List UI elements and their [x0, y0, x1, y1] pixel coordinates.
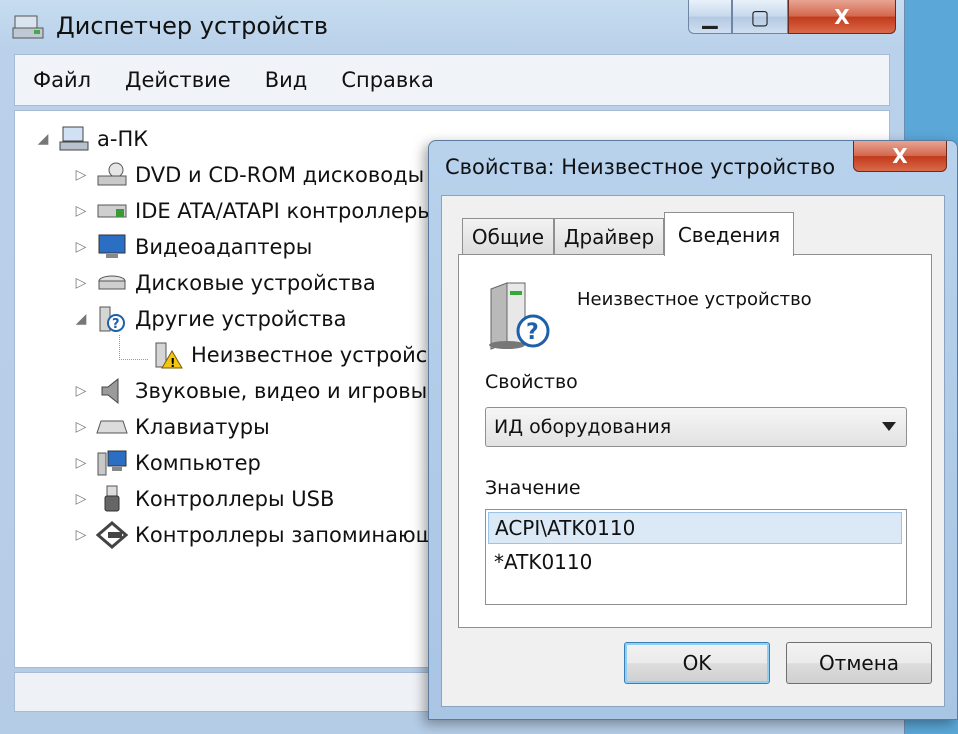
- tree-item-label: IDE ATA/ATAPI контроллеры: [135, 199, 434, 223]
- unknown-device-icon: ?: [95, 304, 129, 334]
- tree-item-keyboards[interactable]: ▷ Клавиатуры: [71, 409, 270, 445]
- tab-general[interactable]: Общие: [462, 218, 554, 254]
- expand-icon[interactable]: ▷: [71, 491, 91, 507]
- disk-drive-icon: [95, 268, 129, 298]
- cancel-button[interactable]: Отмена: [786, 642, 932, 684]
- title-bar[interactable]: Диспетчер устройств ▁ ▢ X: [0, 0, 904, 52]
- minimize-button[interactable]: ▁: [688, 0, 732, 34]
- expand-icon[interactable]: ▷: [71, 167, 91, 183]
- property-select-value: ИД оборудования: [494, 416, 672, 438]
- keyboard-icon: [95, 412, 129, 442]
- property-label: Свойство: [485, 371, 578, 393]
- menu-view[interactable]: Вид: [265, 68, 308, 92]
- tree-item-label: Неизвестное устройство: [191, 343, 465, 367]
- dialog-close-button[interactable]: X: [853, 141, 947, 172]
- maximize-button[interactable]: ▢: [732, 0, 788, 34]
- expand-icon[interactable]: ▷: [71, 203, 91, 219]
- tree-item-dvd[interactable]: ▷ DVD и CD-ROM дисководы: [71, 157, 424, 193]
- tree-item-label: Другие устройства: [135, 307, 347, 331]
- expand-icon[interactable]: ▷: [71, 239, 91, 255]
- tab-details[interactable]: Сведения: [664, 212, 794, 256]
- menu-help[interactable]: Справка: [341, 68, 434, 92]
- tree-item-label: Контроллеры USB: [135, 487, 335, 511]
- dvd-drive-icon: [95, 160, 129, 190]
- ide-controller-icon: [95, 196, 129, 226]
- tree-item-video[interactable]: ▷ Видеоадаптеры: [71, 229, 312, 265]
- properties-dialog: Свойства: Неизвестное устройство X Общие…: [428, 140, 958, 720]
- menu-file[interactable]: Файл: [33, 68, 91, 92]
- computer-icon: [57, 124, 91, 154]
- device-manager-icon: [12, 15, 44, 39]
- tree-item-label: DVD и CD-ROM дисководы: [135, 163, 425, 187]
- close-button[interactable]: X: [788, 0, 896, 34]
- collapse-icon[interactable]: ◢: [71, 311, 91, 327]
- tree-item-other[interactable]: ◢ ? Другие устройства: [71, 301, 347, 337]
- value-item-selected[interactable]: ACPI\ATK0110: [488, 512, 902, 544]
- warning-device-icon: !: [151, 340, 185, 370]
- svg-text:?: ?: [526, 320, 539, 345]
- expand-icon[interactable]: ▷: [71, 527, 91, 543]
- ok-button[interactable]: OK: [624, 642, 770, 684]
- usb-icon: [95, 484, 129, 514]
- collapse-icon[interactable]: ◢: [33, 131, 53, 147]
- svg-text:!: !: [170, 356, 175, 369]
- storage-controller-icon: [95, 520, 129, 550]
- tree-item-ide[interactable]: ▷ IDE ATA/ATAPI контроллеры: [71, 193, 434, 229]
- tree-item-usb[interactable]: ▷ Контроллеры USB: [71, 481, 334, 517]
- svg-text:?: ?: [112, 317, 120, 332]
- tree-item-label: Клавиатуры: [135, 415, 270, 439]
- value-label: Значение: [485, 477, 581, 499]
- tree-item-disks[interactable]: ▷ Дисковые устройства: [71, 265, 376, 301]
- value-item[interactable]: *ATK0110: [488, 546, 902, 578]
- menu-bar: Файл Действие Вид Справка: [14, 54, 890, 106]
- tree-item-unknown-device[interactable]: ! Неизвестное устройство: [127, 337, 465, 373]
- window-title: Диспетчер устройств: [56, 12, 329, 40]
- tree-item-computer[interactable]: ▷ Компьютер: [71, 445, 261, 481]
- device-name: Неизвестное устройство: [577, 289, 812, 310]
- menu-action[interactable]: Действие: [125, 68, 231, 92]
- tree-root-label: а-ПК: [97, 127, 149, 151]
- monitor-icon: [95, 232, 129, 262]
- tree-item-label: Видеоадаптеры: [135, 235, 313, 259]
- dialog-title: Свойства: Неизвестное устройство: [445, 155, 836, 179]
- expand-icon[interactable]: ▷: [71, 275, 91, 291]
- tree-item-label: Дисковые устройства: [135, 271, 376, 295]
- computer-icon: [95, 448, 129, 478]
- expand-icon[interactable]: ▷: [71, 383, 91, 399]
- dropdown-arrow-icon[interactable]: [882, 422, 896, 431]
- value-list[interactable]: ACPI\ATK0110 *ATK0110: [485, 509, 907, 605]
- dialog-body: Общие Драйвер Сведения ? Неизвестное уст…: [441, 195, 945, 707]
- expand-icon[interactable]: ▷: [71, 455, 91, 471]
- details-panel: ? Неизвестное устройство Свойство ИД обо…: [458, 254, 932, 628]
- tree-root[interactable]: ◢ а-ПК: [33, 121, 148, 157]
- unknown-device-icon: ?: [489, 282, 550, 350]
- expand-icon[interactable]: ▷: [71, 419, 91, 435]
- tab-driver[interactable]: Драйвер: [554, 218, 664, 254]
- property-select[interactable]: ИД оборудования: [485, 407, 907, 447]
- tree-item-label: Компьютер: [135, 451, 261, 475]
- speaker-icon: [95, 376, 129, 406]
